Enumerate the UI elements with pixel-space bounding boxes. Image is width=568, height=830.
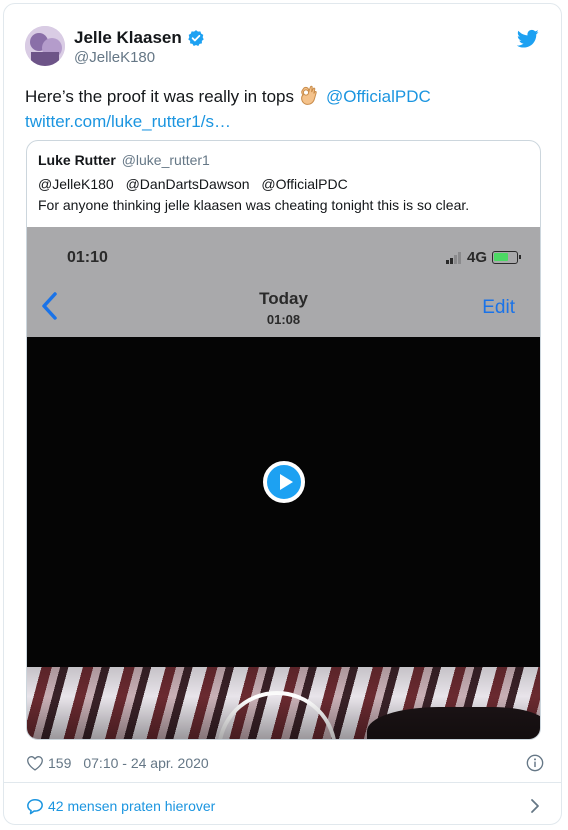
dartboard-image (27, 667, 540, 739)
quoted-author-handle: @luke_rutter1 (121, 152, 210, 168)
tweet-card: Jelle Klaasen @JelleK180 Here’s the proo… (3, 3, 562, 825)
tweet-header: Jelle Klaasen @JelleK180 (4, 4, 561, 84)
tweet-text: Here’s the proof it was really in tops @… (25, 84, 545, 134)
video-media[interactable]: 01:10 4G Today 01:08 Edit (27, 227, 540, 739)
quoted-tweet-link[interactable]: twitter.com/luke_rutter1/s… (25, 112, 231, 131)
chevron-right-icon[interactable] (530, 798, 540, 814)
battery-icon (492, 251, 521, 264)
heart-icon[interactable] (26, 755, 44, 771)
quoted-mention: @DanDartsDawson (125, 176, 250, 192)
comment-bubble-icon (27, 798, 43, 814)
like-count[interactable]: 159 (48, 755, 71, 771)
phone-status-time: 01:10 (67, 249, 108, 266)
quoted-body-text: For anyone thinking jelle klaasen was ch… (38, 197, 470, 213)
signal-icon (445, 251, 462, 264)
dartboard-shade (27, 667, 540, 739)
phone-edit-label: Edit (482, 297, 515, 318)
author-name[interactable]: Jelle Klaasen (74, 28, 205, 48)
author-name-text[interactable]: Jelle Klaasen (74, 28, 182, 48)
twitter-bird-icon[interactable] (517, 29, 539, 49)
phone-status-indicators: 4G (445, 249, 521, 266)
conversation-link[interactable]: 42 mensen praten hierover (26, 794, 546, 818)
verified-badge-icon (188, 30, 204, 46)
play-icon[interactable] (263, 461, 305, 503)
phone-nav-title: Today (259, 289, 308, 308)
author-handle[interactable]: @JelleK180 (74, 49, 155, 66)
ok-hand-emoji-icon (301, 85, 317, 105)
network-label: 4G (466, 249, 487, 266)
quoted-author-name: Luke Rutter (38, 152, 116, 168)
replies-label[interactable]: 42 mensen praten hierover (48, 798, 215, 814)
quoted-mention: @JelleK180 (38, 176, 114, 192)
quoted-mention: @OfficialPDC (261, 176, 348, 192)
phone-nav-subtitle: 01:08 (266, 312, 301, 327)
avatar-image (25, 26, 65, 66)
phone-status-and-nav-bar: 01:10 4G Today 01:08 Edit (27, 227, 540, 337)
footer-divider (4, 782, 561, 783)
quoted-tweet-header: Luke Rutter @luke_rutter1 (38, 152, 210, 168)
quoted-tweet-text: @JelleK180 @DanDartsDawson @OfficialPDC … (38, 174, 528, 216)
video-frame[interactable] (27, 337, 540, 667)
mention-officialpdc[interactable]: @OfficialPDC (326, 87, 431, 106)
tweet-meta-row: 159 07:10 - 24 apr. 2020 (26, 751, 546, 775)
author-avatar[interactable] (25, 26, 65, 66)
tweet-timestamp[interactable]: 07:10 - 24 apr. 2020 (83, 755, 208, 771)
info-icon[interactable] (526, 754, 544, 772)
quoted-tweet[interactable]: Luke Rutter @luke_rutter1 @JelleK180 @Da… (26, 140, 541, 740)
tweet-text-body: Here’s the proof it was really in tops (25, 87, 294, 106)
